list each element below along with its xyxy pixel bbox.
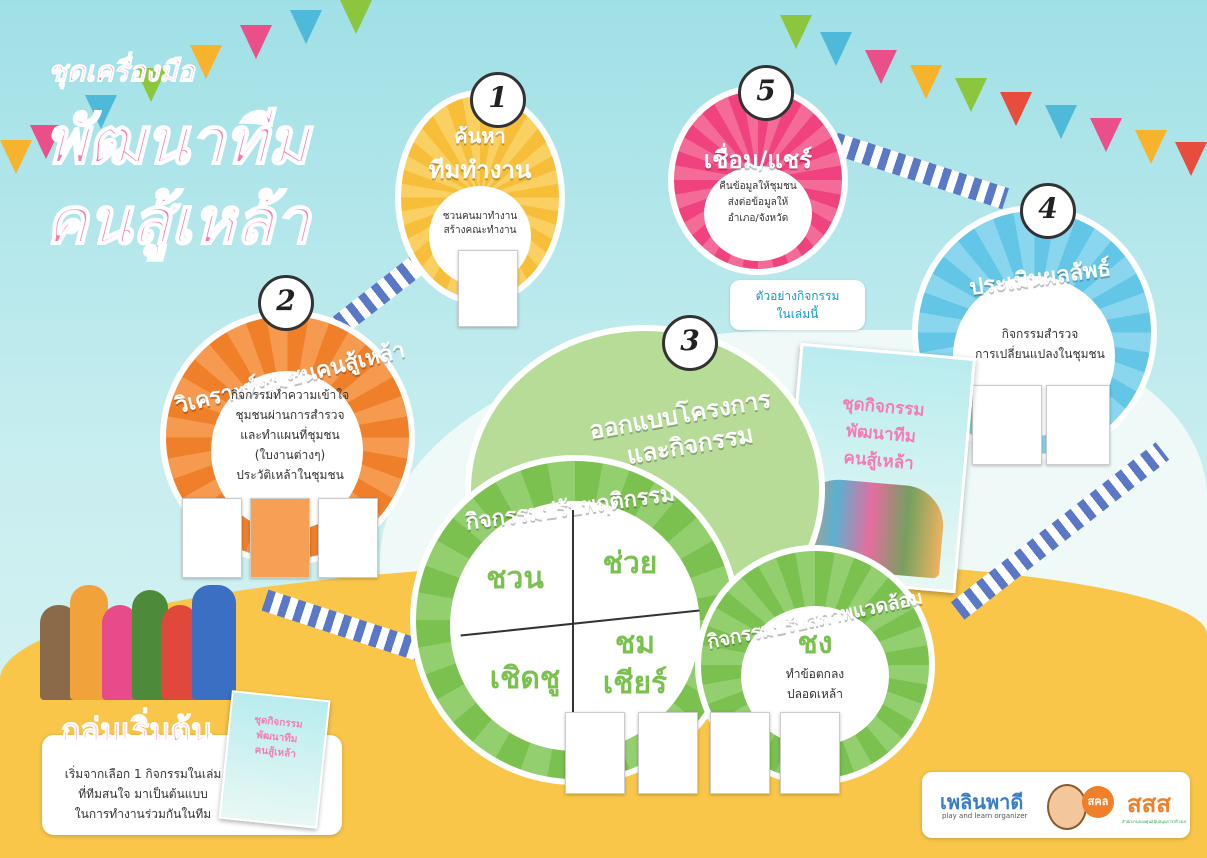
step2-worksheet-3	[318, 498, 378, 578]
example-text-line1: ตัวอย่างกิจกรรม	[755, 289, 840, 303]
starter-text-line1: เริ่มจากเลือก 1 กิจกรรมในเล่ม	[64, 767, 222, 781]
quadrant-chuay: ช่วย	[602, 546, 658, 581]
monk-illustration	[1047, 784, 1087, 830]
step4-text-line1: กิจกรรมสำรวจ	[1001, 327, 1079, 341]
step3-worksheet-2	[638, 712, 698, 794]
step4-worksheet-1	[972, 385, 1042, 465]
step2-text-line1: กิจกรรมทำความเข้าใจ	[230, 388, 350, 402]
step2-number: 2	[258, 275, 314, 331]
step2-text-line4: (ใบงานต่างๆ)	[254, 448, 326, 462]
step1-worksheet	[458, 250, 518, 327]
quadrant-chiar: เชียร์	[602, 666, 668, 701]
sakhon-logo-text: สคล	[1087, 795, 1109, 808]
starter-title: กลุ่มเริ่มต้น	[61, 711, 214, 750]
starter-book-cover: ชุดกิจกรรม พัฒนาทีม คนสู้เหล้า	[218, 690, 331, 829]
step2-worksheet-1	[182, 498, 242, 578]
logo-box: เพลินพาดี play and learn organizer สคล ส…	[922, 772, 1190, 838]
starter-text-line2: ที่ทีมสนใจ มาเป็นต้นแบบ	[78, 787, 208, 801]
quadrant-chuan: ชวน	[486, 561, 544, 596]
example-text-line2: ในเล่มนี้	[776, 307, 819, 321]
step2-text-line5: ประวัติเหล้าในชุมชน	[236, 468, 344, 482]
step2-worksheet-2	[250, 498, 310, 578]
quadrant-choetchu: เชิดชู	[489, 661, 561, 696]
step5-title: เชื่อม/แชร์	[703, 146, 813, 174]
step2-text-line2: ชุมชนผ่านการสำรวจ	[235, 408, 345, 422]
team-people-illustration	[40, 575, 240, 700]
step3-worksheet-4	[780, 712, 840, 794]
sakhon-logo: สคล	[1082, 786, 1114, 818]
step3-number: 3	[662, 315, 718, 371]
step1-title-line1: ค้นหา	[454, 124, 506, 148]
plearn-logo-sub: play and learn organizer	[942, 812, 1028, 820]
step3-worksheet-3	[710, 712, 770, 794]
step1-text-line2: สร้างคณะทำงาน	[443, 225, 517, 236]
environment-text-line1: ทำข้อตกลง	[785, 667, 845, 681]
step4-number: 4	[1020, 183, 1076, 239]
header-title-line2: คนสู้เหล้า	[44, 184, 311, 260]
step4-text-line2: การเปลี่ยนแปลงในชุมชน	[975, 347, 1105, 361]
environment-text-line2: ปลอดเหล้า	[786, 687, 844, 701]
step4-worksheet-2	[1046, 385, 1110, 465]
header-subtitle: ชุดเครื่องมือ	[47, 55, 195, 89]
example-bubble: ตัวอย่างกิจกรรม ในเล่มนี้	[730, 280, 865, 330]
step3-worksheet-1	[565, 712, 625, 794]
step5-number: 5	[738, 65, 794, 121]
step1-title-line2: ทีมทำงาน	[428, 156, 532, 184]
starter-text-line3: ในการทำงานร่วมกันในทีม	[74, 807, 212, 821]
step5-text-line3: อำเภอ/จังหวัด	[727, 213, 789, 224]
environment-big: ชง	[797, 626, 833, 661]
sss-logo-sub: สำนักงานกองทุนสนับสนุนการสร้างเสริมสุขภา…	[1122, 819, 1186, 824]
step2-text-line3: และทำแผนที่ชุมชน	[240, 428, 340, 442]
quadrant-divider-vertical	[572, 510, 574, 720]
